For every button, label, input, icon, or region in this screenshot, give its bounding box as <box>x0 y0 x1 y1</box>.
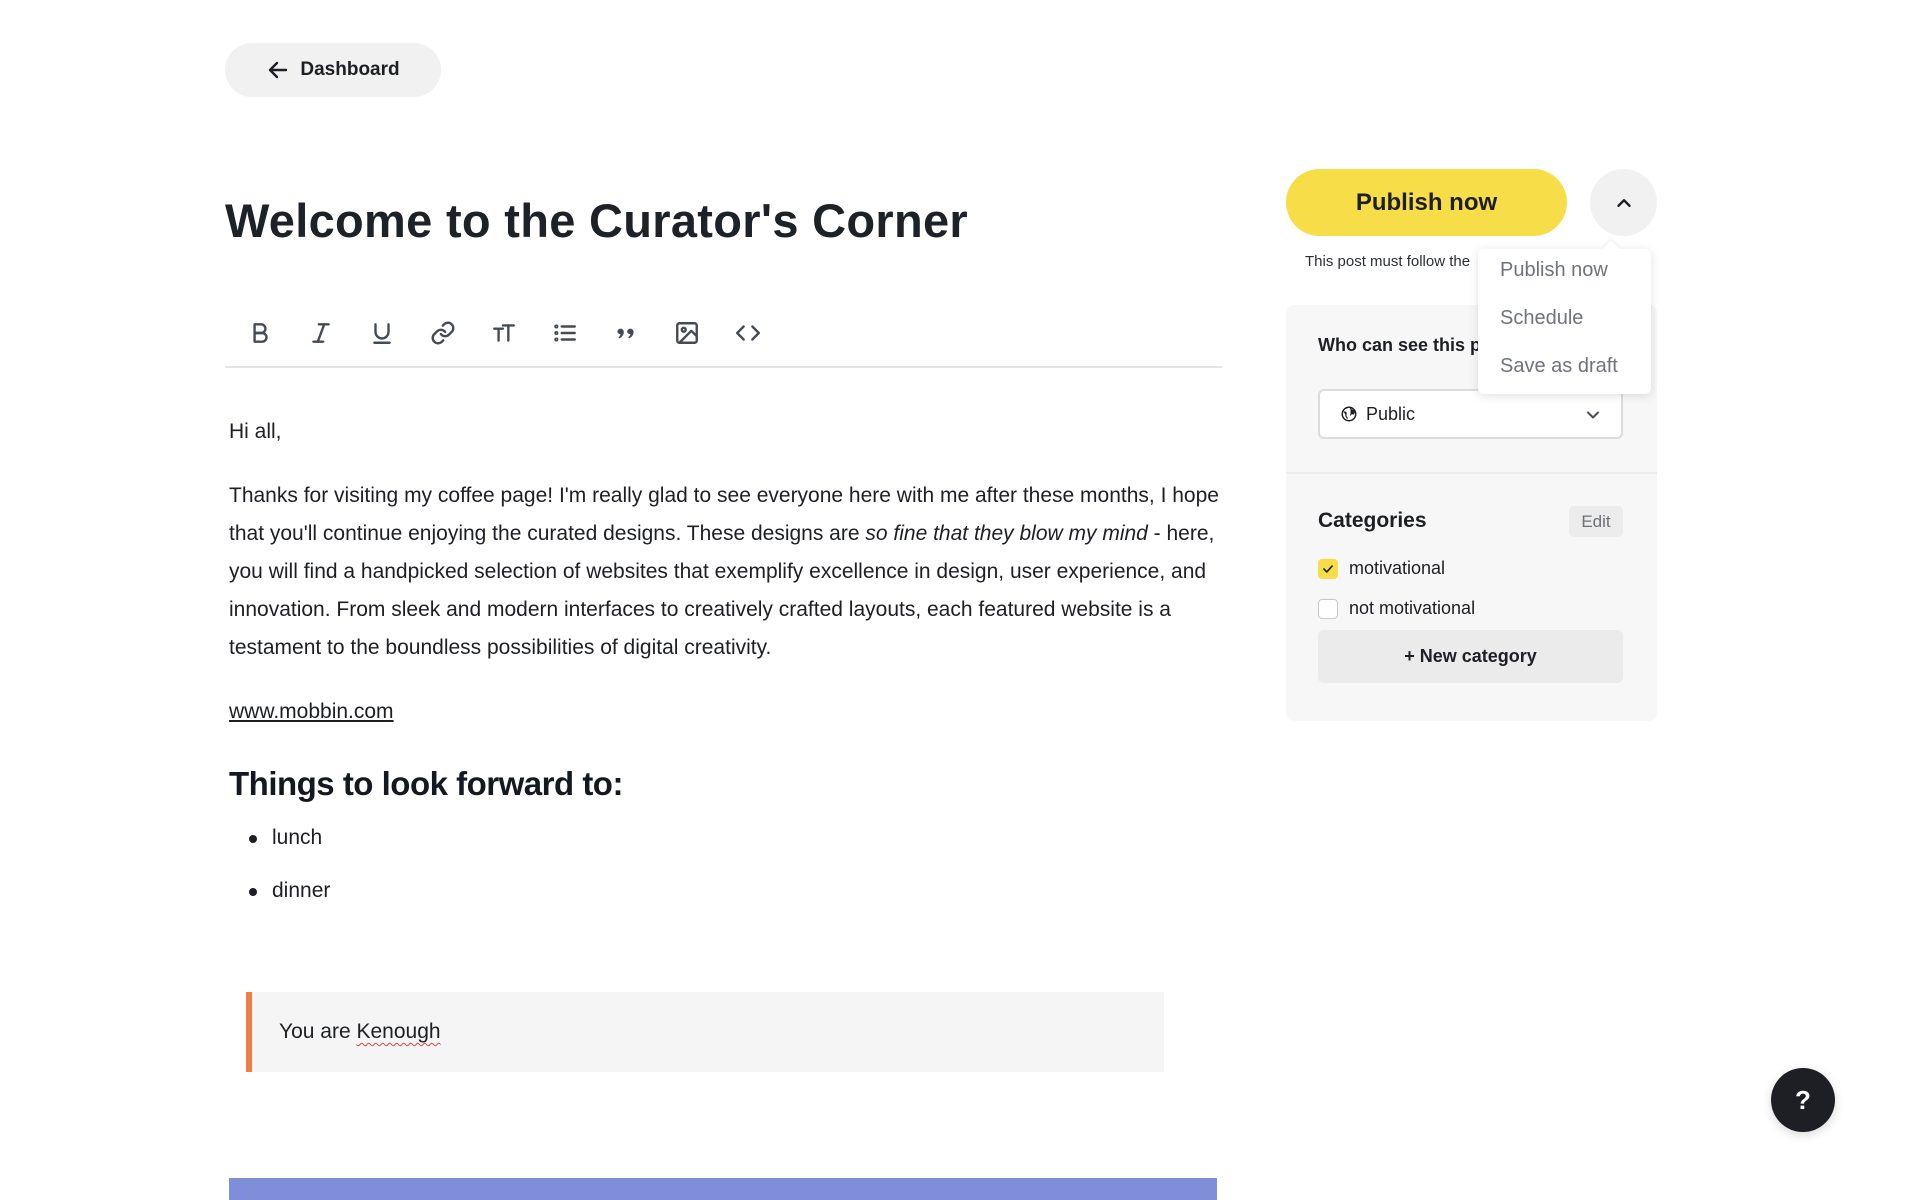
checkbox-unchecked[interactable] <box>1318 598 1338 619</box>
greeting-text: Hi all, <box>229 420 282 443</box>
categories-title: Categories <box>1318 509 1427 532</box>
publish-options-toggle[interactable] <box>1590 169 1657 236</box>
cover-image-preview <box>229 1178 1217 1200</box>
code-button[interactable] <box>723 308 773 358</box>
visibility-select[interactable]: Public <box>1318 389 1623 439</box>
visibility-value: Public <box>1366 403 1416 424</box>
post-title[interactable]: Welcome to the Curator's Corner <box>225 193 968 248</box>
text-size-button[interactable] <box>479 308 529 358</box>
list-item: dinner <box>249 872 1219 910</box>
underline-icon <box>373 323 391 344</box>
menu-item-publish-now[interactable]: Publish now <box>1500 259 1608 282</box>
checkbox-checked[interactable] <box>1318 558 1338 579</box>
menu-pointer <box>1602 240 1620 258</box>
chevron-down-icon <box>1587 411 1599 419</box>
things-list: lunch dinner <box>249 819 1219 910</box>
publish-options-menu: Publish now Schedule Save as draft <box>1478 240 1651 394</box>
back-label: Dashboard <box>300 59 400 80</box>
editor-toolbar <box>225 300 1222 368</box>
arrow-left-icon <box>269 61 288 79</box>
chevron-up-icon <box>1616 198 1631 207</box>
intro-paragraph: Thanks for visiting my coffee page! I'm … <box>229 477 1219 667</box>
back-to-dashboard-button[interactable]: Dashboard <box>225 43 441 97</box>
image-button[interactable] <box>662 308 712 358</box>
bullet-list-button[interactable] <box>540 308 590 358</box>
underline-button[interactable] <box>357 308 407 358</box>
edit-categories-button[interactable]: Edit <box>1569 506 1623 537</box>
publish-rules-note: This post must follow the <box>1305 253 1471 270</box>
panel-divider <box>1286 472 1657 474</box>
quote-misspelled-word: Kenough <box>356 1020 441 1043</box>
category-option-motivational[interactable]: motivational <box>1318 558 1445 579</box>
blockquote: You are Kenough <box>246 992 1164 1072</box>
section-heading: Things to look forward to: <box>229 765 623 802</box>
link-icon <box>431 321 455 345</box>
bullet-list-icon <box>554 324 576 342</box>
bold-button[interactable] <box>235 308 285 358</box>
category-option-not-motivational[interactable]: not motivational <box>1318 598 1475 619</box>
category-label: motivational <box>1349 558 1446 578</box>
bold-icon <box>253 323 268 343</box>
list-item: lunch <box>249 819 1219 857</box>
link-button[interactable] <box>418 308 468 358</box>
globe-icon <box>1341 406 1357 422</box>
post-body-editor[interactable]: Hi all, Thanks for visiting my coffee pa… <box>229 413 1219 925</box>
help-button[interactable]: ? <box>1771 1068 1835 1132</box>
website-link[interactable]: www.mobbin.com <box>229 700 394 723</box>
italic-button[interactable] <box>296 308 346 358</box>
new-category-button[interactable]: + New category <box>1318 630 1623 683</box>
category-label: not motivational <box>1349 598 1476 618</box>
publish-now-button[interactable]: Publish now <box>1286 169 1567 236</box>
quote-button[interactable] <box>601 308 651 358</box>
intro-italic-text: so fine that they blow my mind <box>865 522 1148 545</box>
quote-prefix: You are <box>279 1020 357 1043</box>
text-size-icon <box>493 324 515 342</box>
quote-icon <box>617 328 634 339</box>
menu-item-schedule[interactable]: Schedule <box>1500 307 1583 330</box>
image-icon <box>676 322 698 344</box>
code-icon <box>735 325 761 341</box>
checkmark-icon <box>1323 564 1333 573</box>
italic-icon <box>312 323 330 343</box>
menu-item-save-as-draft[interactable]: Save as draft <box>1500 355 1618 378</box>
